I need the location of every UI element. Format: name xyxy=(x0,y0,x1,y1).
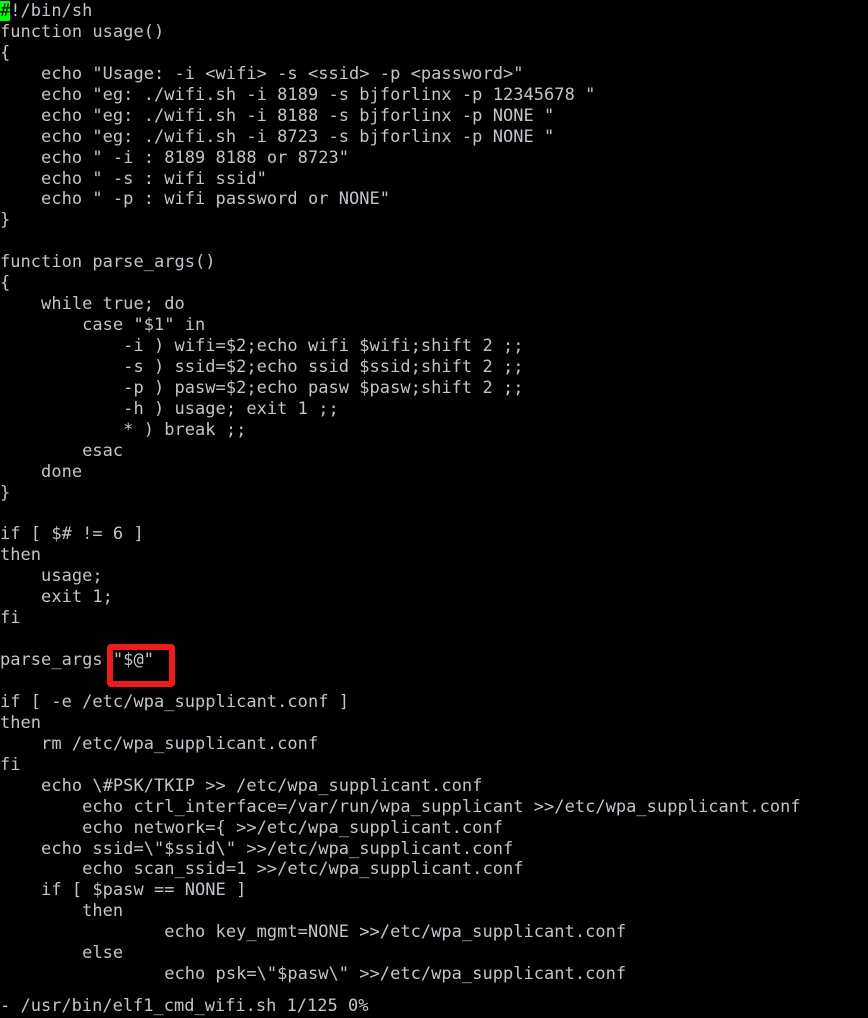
terminal-line: function parse_args() xyxy=(0,252,216,273)
terminal-text-area[interactable]: #!/bin/sh function usage(){ echo "Usage:… xyxy=(0,0,868,985)
terminal-line: echo " -p : wifi password or NONE" xyxy=(0,189,391,210)
terminal-line: fi xyxy=(0,608,21,629)
terminal-line: echo ssid=\"$ssid\" >>/etc/wpa_supplican… xyxy=(0,838,514,859)
terminal-line: { xyxy=(0,42,11,63)
terminal-line: } xyxy=(0,210,11,231)
terminal-line: echo \#PSK/TKIP >> /etc/wpa_supplicant.c… xyxy=(0,775,483,796)
terminal-window[interactable]: #!/bin/sh function usage(){ echo "Usage:… xyxy=(0,0,868,1018)
text-cursor: # xyxy=(0,1,11,21)
terminal-line: echo key_mgmt=NONE >>/etc/wpa_supplicant… xyxy=(0,922,627,943)
terminal-line: case "$1" in xyxy=(0,315,206,336)
terminal-code-lines: function usage(){ echo "Usage: -i <wifi>… xyxy=(0,22,868,985)
terminal-line: rm /etc/wpa_supplicant.conf xyxy=(0,733,319,754)
terminal-line: echo " -i : 8189 8188 or 8723" xyxy=(0,147,350,168)
terminal-line: echo psk=\"$pasw\" >>/etc/wpa_supplicant… xyxy=(0,964,627,985)
terminal-line: } xyxy=(0,482,11,503)
terminal-line: parse_args "$@" xyxy=(0,650,154,671)
terminal-line: fi xyxy=(0,754,21,775)
terminal-line: then xyxy=(0,712,42,733)
terminal-line: echo "eg: ./wifi.sh -i 8189 -s bjforlinx… xyxy=(0,84,596,105)
terminal-line: * ) break ;; xyxy=(0,419,247,440)
terminal-line: usage; xyxy=(0,566,103,587)
terminal-line: echo scan_ssid=1 >>/etc/wpa_supplicant.c… xyxy=(0,859,524,880)
terminal-line: else xyxy=(0,943,124,964)
terminal-line: echo "Usage: -i <wifi> -s <ssid> -p <pas… xyxy=(0,63,524,84)
terminal-line: echo network={ >>/etc/wpa_supplicant.con… xyxy=(0,817,503,838)
terminal-line: if [ $# != 6 ] xyxy=(0,524,144,545)
terminal-line: echo "eg: ./wifi.sh -i 8188 -s bjforlinx… xyxy=(0,105,555,126)
terminal-line: -p ) pasw=$2;echo pasw $pasw;shift 2 ;; xyxy=(0,377,524,398)
terminal-line: then xyxy=(0,545,42,566)
terminal-line: then xyxy=(0,901,124,922)
terminal-line: function usage() xyxy=(0,21,165,42)
terminal-line: echo " -s : wifi ssid" xyxy=(0,168,267,189)
terminal-line: -h ) usage; exit 1 ;; xyxy=(0,398,339,419)
terminal-line: echo "eg: ./wifi.sh -i 8723 -s bjforlinx… xyxy=(0,126,555,147)
pager-status-bar[interactable]: - /usr/bin/elf1_cmd_wifi.sh 1/125 0% xyxy=(0,996,868,1018)
terminal-line: -s ) ssid=$2;echo ssid $ssid;shift 2 ;; xyxy=(0,356,524,377)
terminal-line: if [ $pasw == NONE ] xyxy=(0,880,247,901)
shebang-text: !/bin/sh xyxy=(10,1,93,21)
terminal-line: if [ -e /etc/wpa_supplicant.conf ] xyxy=(0,691,350,712)
terminal-line: { xyxy=(0,273,11,294)
terminal-line: while true; do xyxy=(0,294,185,315)
terminal-line-shebang: #!/bin/sh xyxy=(0,1,868,22)
terminal-line: echo ctrl_interface=/var/run/wpa_supplic… xyxy=(0,796,801,817)
terminal-line: done xyxy=(0,461,83,482)
terminal-line: -i ) wifi=$2;echo wifi $wifi;shift 2 ;; xyxy=(0,336,524,356)
terminal-line: exit 1; xyxy=(0,587,113,608)
terminal-line: esac xyxy=(0,440,124,461)
